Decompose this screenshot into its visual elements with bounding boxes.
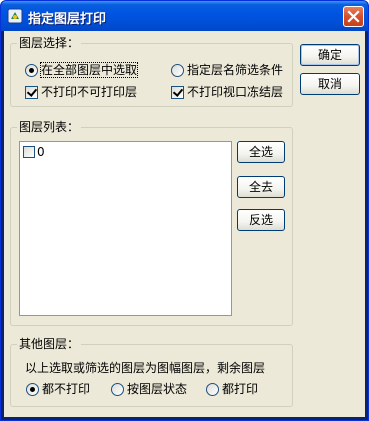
cancel-button[interactable]: 取消 — [300, 73, 360, 95]
radio-select-all-layers-label[interactable]: 在全部图层中选取 — [39, 62, 139, 78]
app-icon — [7, 8, 23, 24]
other-layers-group: 其他图层： — [10, 337, 293, 407]
invert-selection-button[interactable]: 反选 — [237, 209, 285, 231]
checkbox-no-frozen-viewport[interactable] — [171, 86, 184, 99]
radio-select-all-layers[interactable] — [25, 64, 38, 77]
window-title: 指定图层打印 — [28, 12, 107, 27]
close-button[interactable] — [343, 6, 364, 27]
radio-print-all[interactable] — [206, 383, 219, 396]
radio-name-filter-label[interactable]: 指定层名筛选条件 — [187, 63, 283, 77]
checkbox-no-unprintable-label[interactable]: 不打印不可打印层 — [41, 85, 137, 99]
radio-print-none-label[interactable]: 都不打印 — [42, 382, 90, 396]
radio-by-layer-state-label[interactable]: 按图层状态 — [127, 382, 187, 396]
radio-print-all-label[interactable]: 都打印 — [222, 382, 258, 396]
other-layers-label: 其他图层： — [17, 337, 82, 351]
checkbox-no-unprintable[interactable] — [25, 86, 38, 99]
radio-print-none[interactable] — [26, 383, 39, 396]
close-icon — [347, 10, 360, 23]
select-all-button[interactable]: 全选 — [237, 141, 285, 163]
dialog-client-area: 图层选择： 在全部图层中选取 指定层名筛选条件 不打印不可打印层 不打印视口冻结… — [4, 31, 365, 417]
clear-all-button[interactable]: 全去 — [237, 176, 285, 198]
layer-item-name: 0 — [37, 145, 45, 159]
layer-list-label: 图层列表： — [17, 120, 82, 134]
layer-selection-label: 图层选择： — [17, 36, 82, 50]
other-layers-description: 以上选取或筛选的图层为图幅图层，剩余图层 — [25, 361, 266, 375]
layer-item-checkbox[interactable] — [23, 146, 35, 158]
checkbox-no-frozen-viewport-label[interactable]: 不打印视口冻结层 — [187, 85, 283, 99]
title-bar[interactable]: 指定图层打印 — [1, 1, 368, 31]
dialog-window: 指定图层打印 图层选择： 在全部图层中选取 指定层名筛选条件 不打印不可打印层 … — [0, 0, 369, 421]
radio-name-filter[interactable] — [171, 64, 184, 77]
layer-listbox[interactable]: 0 — [19, 141, 232, 316]
radio-by-layer-state[interactable] — [111, 383, 124, 396]
ok-button[interactable]: 确定 — [300, 44, 360, 66]
